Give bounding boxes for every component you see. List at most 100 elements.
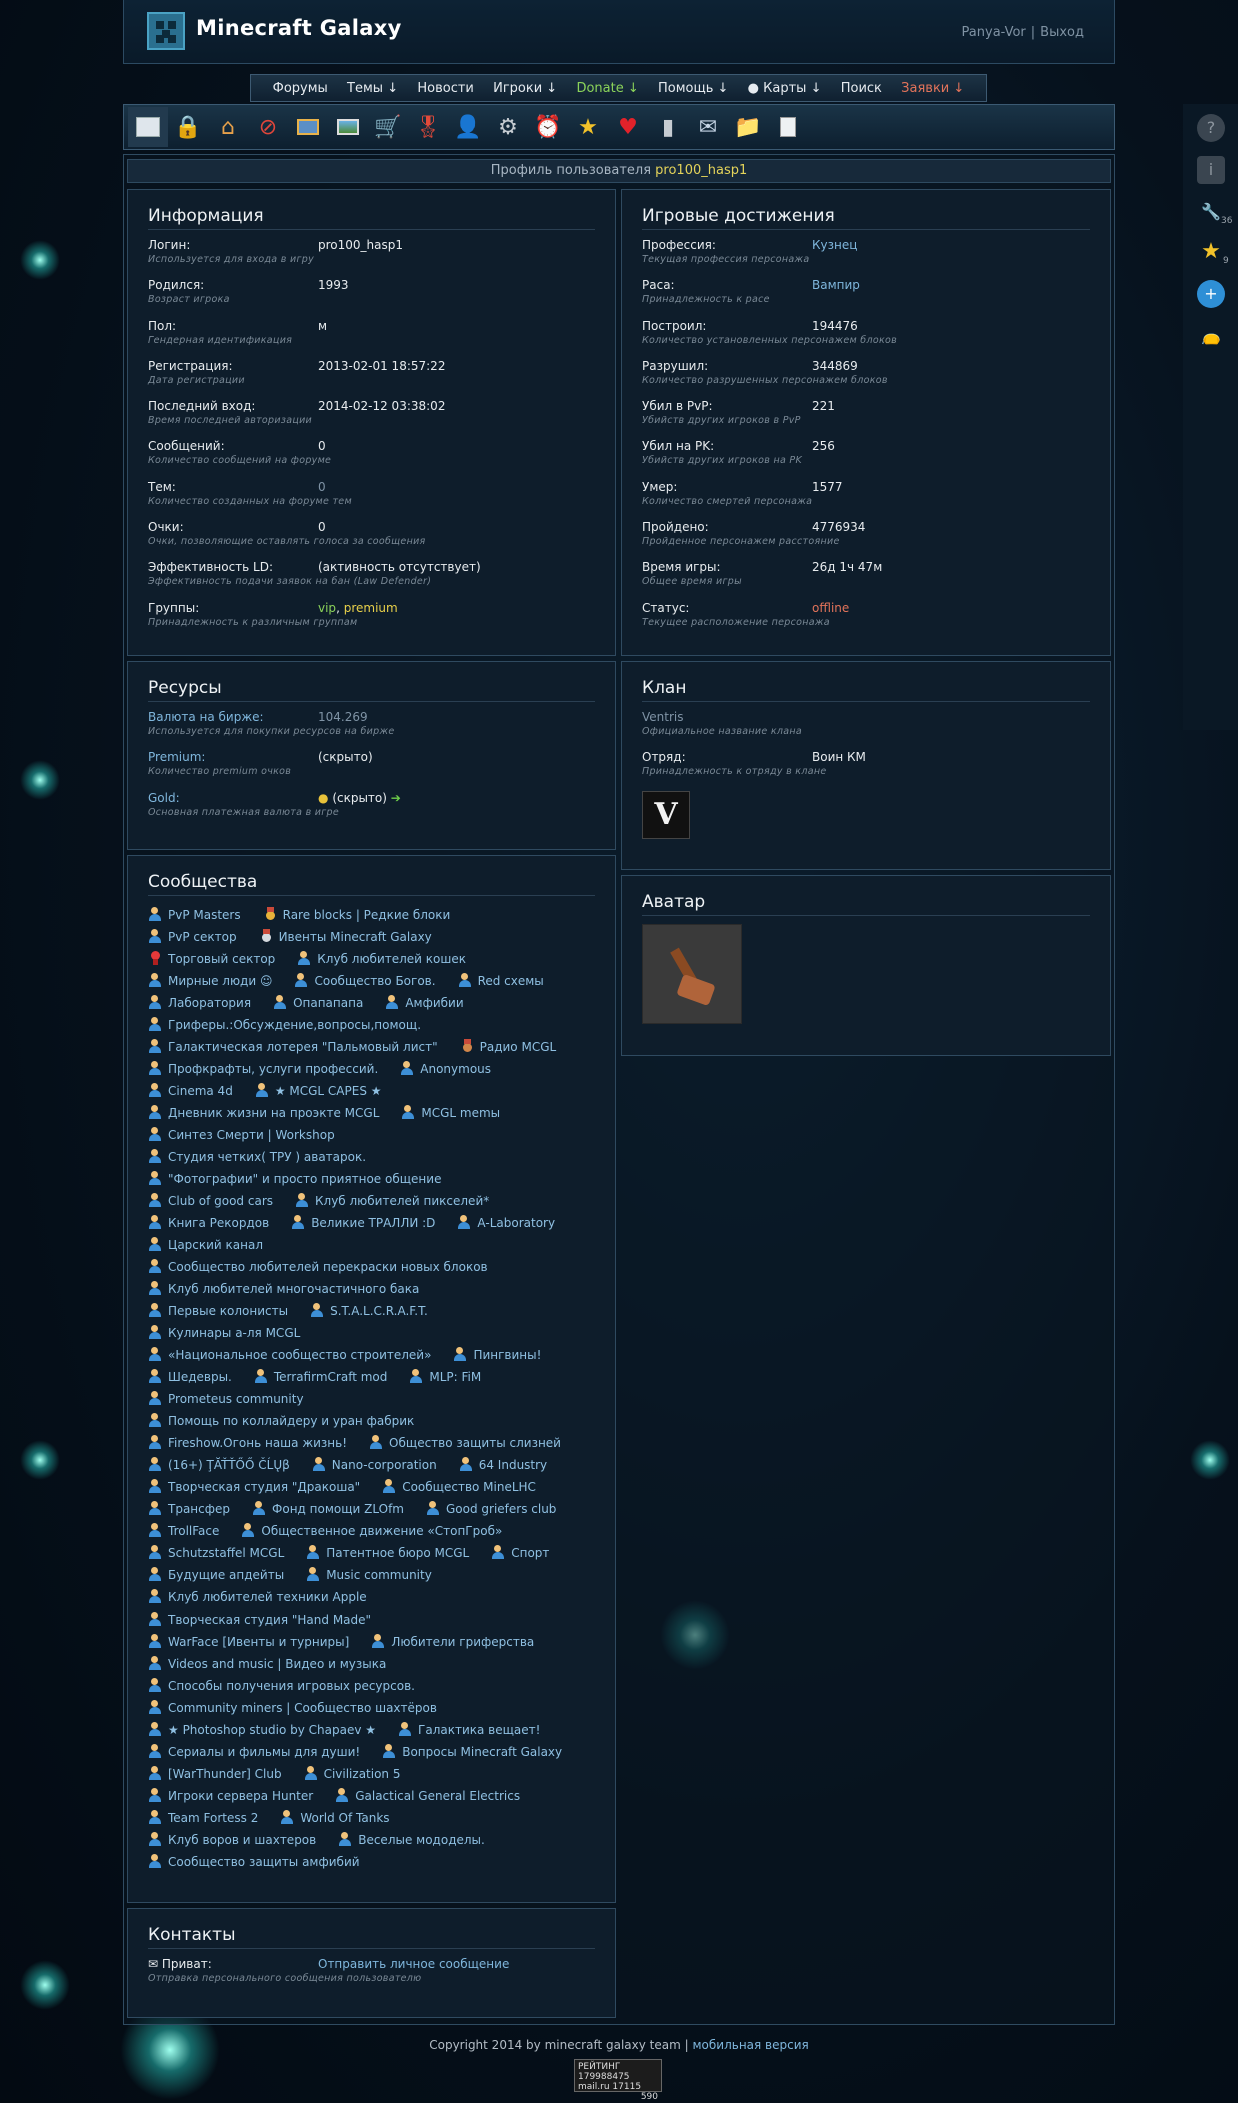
award-icon[interactable]: 🎖 [408,107,448,147]
community-link[interactable]: MLP: FiM [429,1370,481,1384]
community-link[interactable]: Патентное бюро MCGL [326,1546,469,1560]
ban-icon[interactable]: ⊘ [248,107,288,147]
community-link[interactable]: Cinema 4d [168,1084,233,1098]
community-link[interactable]: PvP сектор [168,930,237,944]
community-link[interactable]: Сообщество MineLHC [402,1480,536,1494]
community-link[interactable]: Пингвины! [473,1348,541,1362]
community-link[interactable]: Мирные люди ☺ [168,974,272,988]
site-title[interactable]: Minecraft Galaxy [196,16,402,40]
notepad-icon[interactable] [768,107,808,147]
community-link[interactable]: Дневник жизни на проэкте MCGL [168,1106,379,1120]
username-link[interactable]: Panya-Vor [962,25,1026,40]
community-link[interactable]: Клуб любителей кошек [317,952,466,966]
community-link[interactable]: WarFace [Ивенты и турниры] [168,1635,349,1649]
community-link[interactable]: Великие ТРАЛЛИ :D [311,1216,435,1230]
community-link[interactable]: PvP Masters [168,908,241,922]
info-comment-icon[interactable]: i [1197,156,1225,184]
community-link[interactable]: Music community [326,1568,432,1582]
profile-card-icon[interactable] [128,107,168,147]
community-link[interactable]: Rare blocks | Редкие блоки [283,908,451,922]
community-link[interactable]: TerrafirmCraft mod [274,1370,388,1384]
group-vip[interactable]: vip [318,601,336,615]
community-link[interactable]: Лаборатория [168,996,251,1010]
community-link[interactable]: Профкрафты, услуги профессий. [168,1062,378,1076]
community-link[interactable]: TrollFace [168,1524,219,1538]
logout-link[interactable]: Выход [1040,25,1084,40]
community-link[interactable]: "Фотографии" и просто приятное общение [168,1172,441,1186]
community-link[interactable]: Клуб любителей техники Apple [168,1590,367,1604]
community-link[interactable]: Nano-corporation [332,1458,437,1472]
community-link[interactable]: ★ Photoshop studio by Chapaev ★ [168,1723,376,1737]
community-link[interactable]: Клуб воров и шахтеров [168,1833,316,1847]
community-link[interactable]: Клуб любителей многочастичного бака [168,1282,419,1296]
community-link[interactable]: Творческая студия "Hand Made" [168,1613,371,1627]
globe-icon[interactable]: + [1197,280,1225,308]
community-link[interactable]: Галактическая лотерея "Пальмовый лист" [168,1040,438,1054]
community-link[interactable]: Клуб любителей пикселей* [315,1194,489,1208]
community-link[interactable]: MCGL memы [421,1106,500,1120]
community-link[interactable]: Царский канал [168,1238,263,1252]
community-link[interactable]: Игроки сервера Hunter [168,1789,313,1803]
community-link[interactable]: Сообщество защиты амфибий [168,1855,360,1869]
creeper-logo-icon[interactable] [147,12,185,50]
community-link[interactable]: «Национальное сообщество строителей» [168,1348,431,1362]
achievement-value[interactable]: Кузнец [812,238,857,252]
group-premium[interactable]: premium [344,601,398,615]
community-link[interactable]: Сериалы и фильмы для души! [168,1745,360,1759]
community-link[interactable]: 64 Industry [479,1458,547,1472]
community-link[interactable]: Торговый сектор [168,952,275,966]
community-link[interactable]: Good griefers club [446,1502,556,1516]
community-link[interactable]: Ивенты Minecraft Galaxy [279,930,432,944]
menu-topics[interactable]: Темы ↓ [347,81,398,96]
community-link[interactable]: Амфибии [405,996,463,1010]
community-link[interactable]: Общество защиты слизней [389,1436,561,1450]
community-link[interactable]: Prometeus community [168,1392,304,1406]
menu-donate[interactable]: Donate ↓ [576,81,638,96]
mail-icon[interactable]: ✉ [688,107,728,147]
community-link[interactable]: Anonymous [420,1062,491,1076]
community-link[interactable]: ★ MCGL CAPES ★ [275,1084,382,1098]
picture-icon[interactable] [328,107,368,147]
home-icon[interactable]: ⌂ [208,107,248,147]
community-link[interactable]: A-Laboratory [477,1216,555,1230]
menu-requests[interactable]: Заявки ↓ [901,81,964,96]
community-link[interactable]: [WarThunder] Club [168,1767,282,1781]
community-link[interactable]: Радио MCGL [480,1040,557,1054]
gold-arrow-icon[interactable]: ➔ [391,791,401,805]
star-icon[interactable]: ★ [568,107,608,147]
community-link[interactable]: Первые колонисты [168,1304,288,1318]
gear-icon[interactable]: ⚙ [488,107,528,147]
profile-username[interactable]: pro100_hasp1 [655,163,747,178]
favorites-star-icon[interactable]: ★ [1197,238,1225,266]
community-link[interactable]: Team Fortess 2 [168,1811,258,1825]
community-link[interactable]: Способы получения игровых ресурсов. [168,1679,415,1693]
community-link[interactable]: Веселые мододелы. [358,1833,485,1847]
clan-name[interactable]: Ventris [642,710,684,724]
rating-counter[interactable]: РЕЙТИНГ 179988475 mail.ru 17115 590 [574,2059,662,2102]
community-link[interactable]: Шедевры. [168,1370,232,1384]
menu-forums[interactable]: Форумы [273,81,328,96]
community-link[interactable]: Fireshow.Огонь наша жизнь! [168,1436,347,1450]
alarm-icon[interactable]: ⏰ [528,107,568,147]
menu-news[interactable]: Новости [417,81,474,96]
community-link[interactable]: Club of good cars [168,1194,273,1208]
community-link[interactable]: S.T.A.L.C.R.A.F.T. [330,1304,428,1318]
person-icon[interactable]: 👤 [448,107,488,147]
premium-label[interactable]: Premium: [148,750,205,764]
community-link[interactable]: World Of Tanks [300,1811,389,1825]
community-link[interactable]: Студия четких( ТРУ ) аватарок. [168,1150,366,1164]
community-link[interactable]: Трансфер [168,1502,230,1516]
exchange-label[interactable]: Валюта на бирже: [148,710,264,724]
achievement-value[interactable]: Вампир [812,278,860,292]
community-link[interactable]: Книга Рекордов [168,1216,269,1230]
community-link[interactable]: Community miners | Сообщество шахтёров [168,1701,437,1715]
menu-search[interactable]: Поиск [841,81,882,96]
community-link[interactable]: Гриферы.:Обсуждение,вопросы,помощ. [168,1018,421,1032]
community-link[interactable]: Общественное движение «СтопГроб» [261,1524,502,1538]
community-link[interactable]: Videos and music | Видео и музыка [168,1657,386,1671]
mobile-version-link[interactable]: мобильная версия [692,2038,808,2052]
community-link[interactable]: Галактика вещает! [418,1723,540,1737]
community-link[interactable]: Сообщество Богов. [314,974,435,988]
community-link[interactable]: Будущие апдейты [168,1568,284,1582]
image-icon[interactable] [288,107,328,147]
